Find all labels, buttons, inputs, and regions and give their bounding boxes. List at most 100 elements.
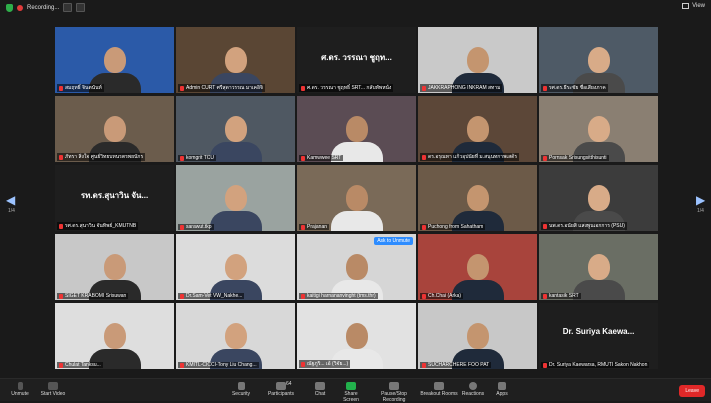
- participant-head: [345, 185, 368, 211]
- participant-tile[interactable]: komgrit TCU: [176, 96, 295, 162]
- participant-body: [209, 142, 262, 162]
- unmute-label: Unmute: [11, 391, 29, 397]
- participant-tile[interactable]: Chulat Tanksu...: [55, 303, 174, 369]
- participant-tile[interactable]: Dr. Suriya Kaewa... Dr. Suriya Kaewarsa, …: [539, 303, 658, 369]
- muted-mic-icon: [180, 293, 184, 299]
- participant-name: ศ.ดร. วรรณา ชูฤทธิ์ SRT... กลับทัพหน้ง: [307, 85, 392, 91]
- participant-head: [345, 323, 368, 349]
- muted-mic-icon: [59, 362, 63, 368]
- participant-name: Puchong from Sahatham: [428, 224, 484, 230]
- participant-tile[interactable]: Ch.Chai (Arka): [418, 234, 537, 300]
- participant-tile[interactable]: Puchong from Sahatham: [418, 165, 537, 231]
- participant-name: Ch.Chai (Arka): [428, 293, 462, 299]
- participant-name: sarawut.tkp: [186, 224, 212, 230]
- breakout-rooms-icon: [434, 382, 444, 390]
- chat-button[interactable]: Chat: [310, 380, 330, 397]
- participant-name-label: ดร.อรุณทา แก้วอุปนัยที่ ม.สนุนทกาพเสด้ร: [420, 153, 520, 161]
- muted-mic-icon: [180, 85, 184, 91]
- right-page-indicator: 1/4: [697, 208, 704, 214]
- pause-stop-recording-label: Pause/Stop Recording: [381, 391, 407, 403]
- previous-page-arrow-icon[interactable]: ◀: [6, 193, 15, 207]
- participant-name: นพ.ดร.อนัยสิ แสงพูนเอกการ (PSU): [549, 223, 625, 229]
- video-off-icon: [48, 382, 58, 390]
- participant-tile[interactable]: ศ.ดร. วรรณา ชูฤท... ศ.ดร. วรรณา ชูฤทธิ์ S…: [297, 27, 416, 93]
- participant-name-label: komgrit TCU: [178, 155, 216, 161]
- participant-name-label: ศ.ดร. วรรณา ชูฤทธิ์ SRT... กลับทัพหน้ง: [299, 84, 394, 92]
- participant-tile[interactable]: รท.ดร.สุนาวิน จัน... รศ.ดร.สุนาวิน จันทิพ…: [55, 165, 174, 231]
- participant-tile[interactable]: ดร.อรุณทา แก้วอุปนัยที่ ม.สนุนทกาพเสด้ร: [418, 96, 537, 162]
- shield-icon[interactable]: [6, 3, 13, 12]
- participant-head: [466, 185, 489, 211]
- participant-name-label: นพ.ดร.อนัยสิ แสงพูนเอกการ (PSU): [541, 222, 627, 230]
- participant-tile[interactable]: นพ.ดร.อนัยสิ แสงพูนเอกการ (PSU): [539, 165, 658, 231]
- breakout-rooms-button[interactable]: Breakout Rooms: [420, 380, 458, 397]
- participant-head: [103, 323, 126, 349]
- chat-icon: [315, 382, 325, 390]
- participant-name: Prajanan: [307, 224, 328, 230]
- security-button[interactable]: Security: [228, 380, 254, 397]
- pause-recording-icon[interactable]: [63, 3, 73, 12]
- participant-name-label: Dr. Suriya Kaewarsa, RMUTI Sakon Nakhon: [541, 362, 650, 368]
- participant-name: ดร.อรุณทา แก้วอุปนัยที่ ม.สนุนทกาพเสด้ร: [428, 154, 518, 160]
- participant-tile[interactable]: kantasik SRT: [539, 234, 658, 300]
- reactions-icon: [469, 382, 477, 390]
- participant-video: [330, 185, 383, 231]
- leave-button[interactable]: Leave: [679, 385, 705, 397]
- participant-head: [224, 116, 247, 142]
- participant-name-label: kaitigi harnananvinght (tms.thr): [299, 293, 378, 299]
- participant-tile[interactable]: ภัทรา สิ่งใจ ศูนย์วิทยบทนรตรพยนักร: [55, 96, 174, 162]
- participant-name-label: SUCHARCHERE FOO PAT: [420, 362, 492, 368]
- participant-tile[interactable]: Ask to Unmute kaitigi harnananvinght (tms…: [297, 234, 416, 300]
- muted-mic-icon: [422, 154, 426, 160]
- muted-mic-icon: [301, 224, 305, 230]
- participant-tile[interactable]: Dr.Sam-Vet VW_Nakhe...: [176, 234, 295, 300]
- participant-name: Chulat Tanksu...: [65, 362, 101, 368]
- view-label: View: [692, 3, 705, 9]
- participant-name-label: sarawut.tkp: [178, 224, 214, 230]
- participant-name: kantasik SRT: [549, 293, 579, 299]
- view-button[interactable]: View: [682, 3, 705, 9]
- start-video-label: Start Video: [40, 391, 66, 397]
- participant-tile[interactable]: สมฤทธิ์ จินตนันท์: [55, 27, 174, 93]
- share-screen-icon: [346, 382, 356, 390]
- participant-name-label: KMITL-CICCI-Tony Liu Chang...: [178, 362, 259, 368]
- next-page-arrow-icon[interactable]: ▶: [696, 193, 705, 207]
- recording-controls-icon: [389, 382, 399, 390]
- participant-name-label: Prajanan: [299, 224, 330, 230]
- participant-tile[interactable]: Admin CURT ศรีสุดาวรรณ มาเคอิจิ: [176, 27, 295, 93]
- participant-tile[interactable]: Kamwwee SRT: [297, 96, 416, 162]
- participant-head: [587, 116, 610, 142]
- participant-head: [466, 116, 489, 142]
- muted-mic-icon: [301, 85, 305, 91]
- ask-to-unmute-button[interactable]: Ask to Unmute: [374, 237, 413, 245]
- participant-tile[interactable]: Prajanan: [297, 165, 416, 231]
- participant-name-label: Kamwwee SRT: [299, 155, 344, 161]
- participant-name-label: Dr.Sam-Vet VW_Nakhe...: [178, 293, 245, 299]
- participant-tile[interactable]: KMITL-CICCI-Tony Liu Chang...: [176, 303, 295, 369]
- apps-icon: [498, 382, 506, 390]
- participant-tile[interactable]: Pornsak Srisungsitthisunti: [539, 96, 658, 162]
- muted-mic-icon: [180, 155, 184, 161]
- participant-tile[interactable]: SUCHARCHERE FOO PAT: [418, 303, 537, 369]
- participant-tile[interactable]: ณัฐภูริ... เอ้ (วิจัย...): [297, 303, 416, 369]
- participants-icon: [276, 382, 286, 390]
- participant-name: ณัฐภูริ... เอ้ (วิจัย...): [307, 361, 349, 367]
- participant-name: KMITL-CICCI-Tony Liu Chang...: [186, 362, 257, 368]
- participant-head: [103, 116, 126, 142]
- participant-tile[interactable]: SIGET KRABOMI Srisuwan: [55, 234, 174, 300]
- stop-recording-icon[interactable]: [76, 3, 86, 12]
- participant-tile[interactable]: JAKKRAPHONG INKRAM สทาม: [418, 27, 537, 93]
- microphone-muted-icon: [17, 382, 23, 390]
- participant-tile[interactable]: sarawut.tkp: [176, 165, 295, 231]
- muted-mic-icon: [301, 361, 305, 367]
- muted-mic-icon: [301, 155, 305, 161]
- participant-video: [209, 185, 262, 231]
- participant-tile[interactable]: รศ.ดร.ธีระชัย ชื่อเสียงภาค: [539, 27, 658, 93]
- unmute-button[interactable]: Unmute: [6, 380, 34, 397]
- apps-button[interactable]: Apps: [492, 380, 512, 397]
- participant-head: [466, 254, 489, 280]
- start-video-button[interactable]: Start Video: [38, 380, 68, 397]
- participant-head: [466, 47, 489, 73]
- reactions-button[interactable]: Reactions: [460, 380, 486, 397]
- participant-name: สมฤทธิ์ จินตนันท์: [65, 85, 102, 91]
